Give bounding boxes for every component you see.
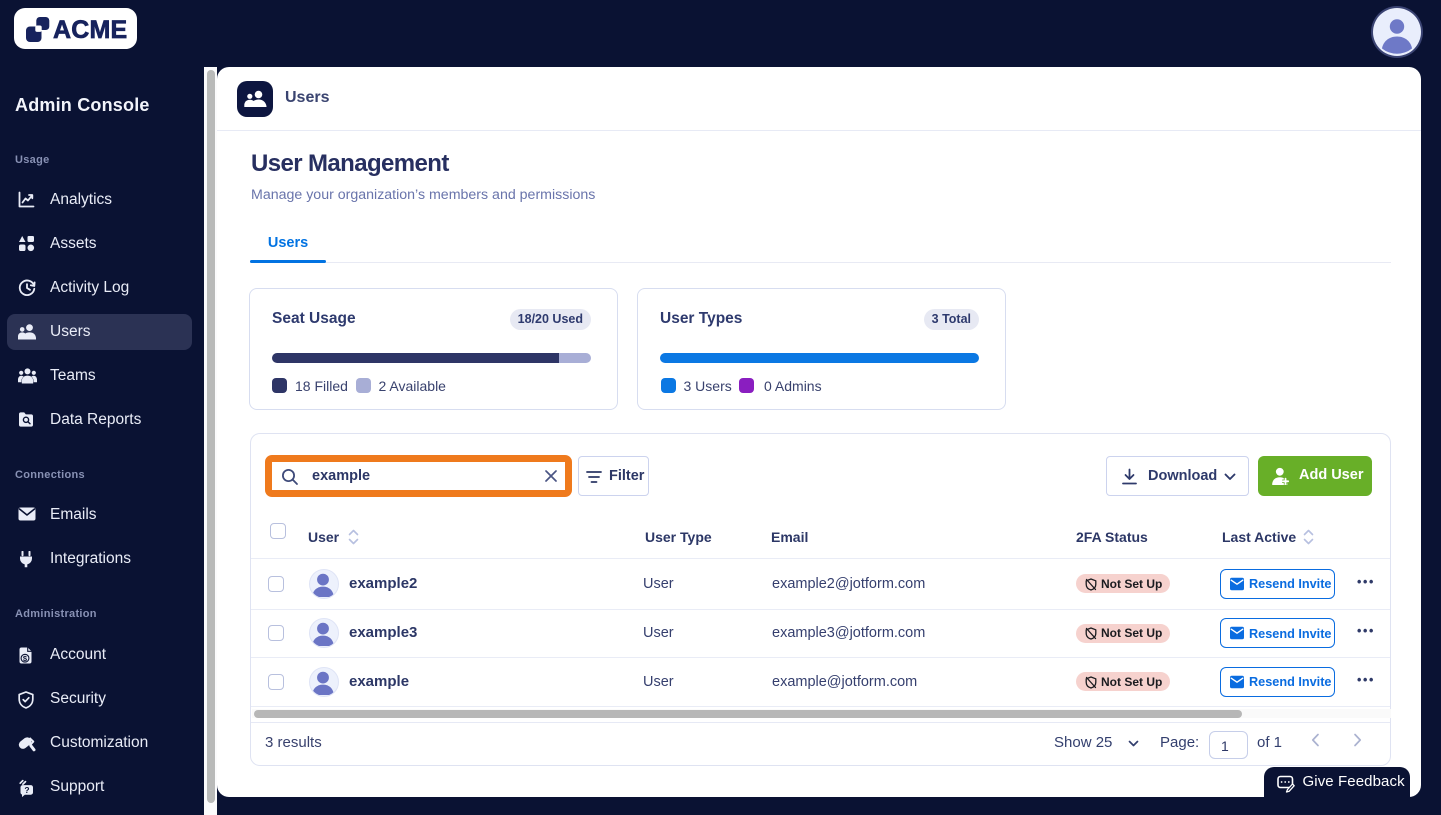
svg-text:?: ? (24, 784, 29, 794)
